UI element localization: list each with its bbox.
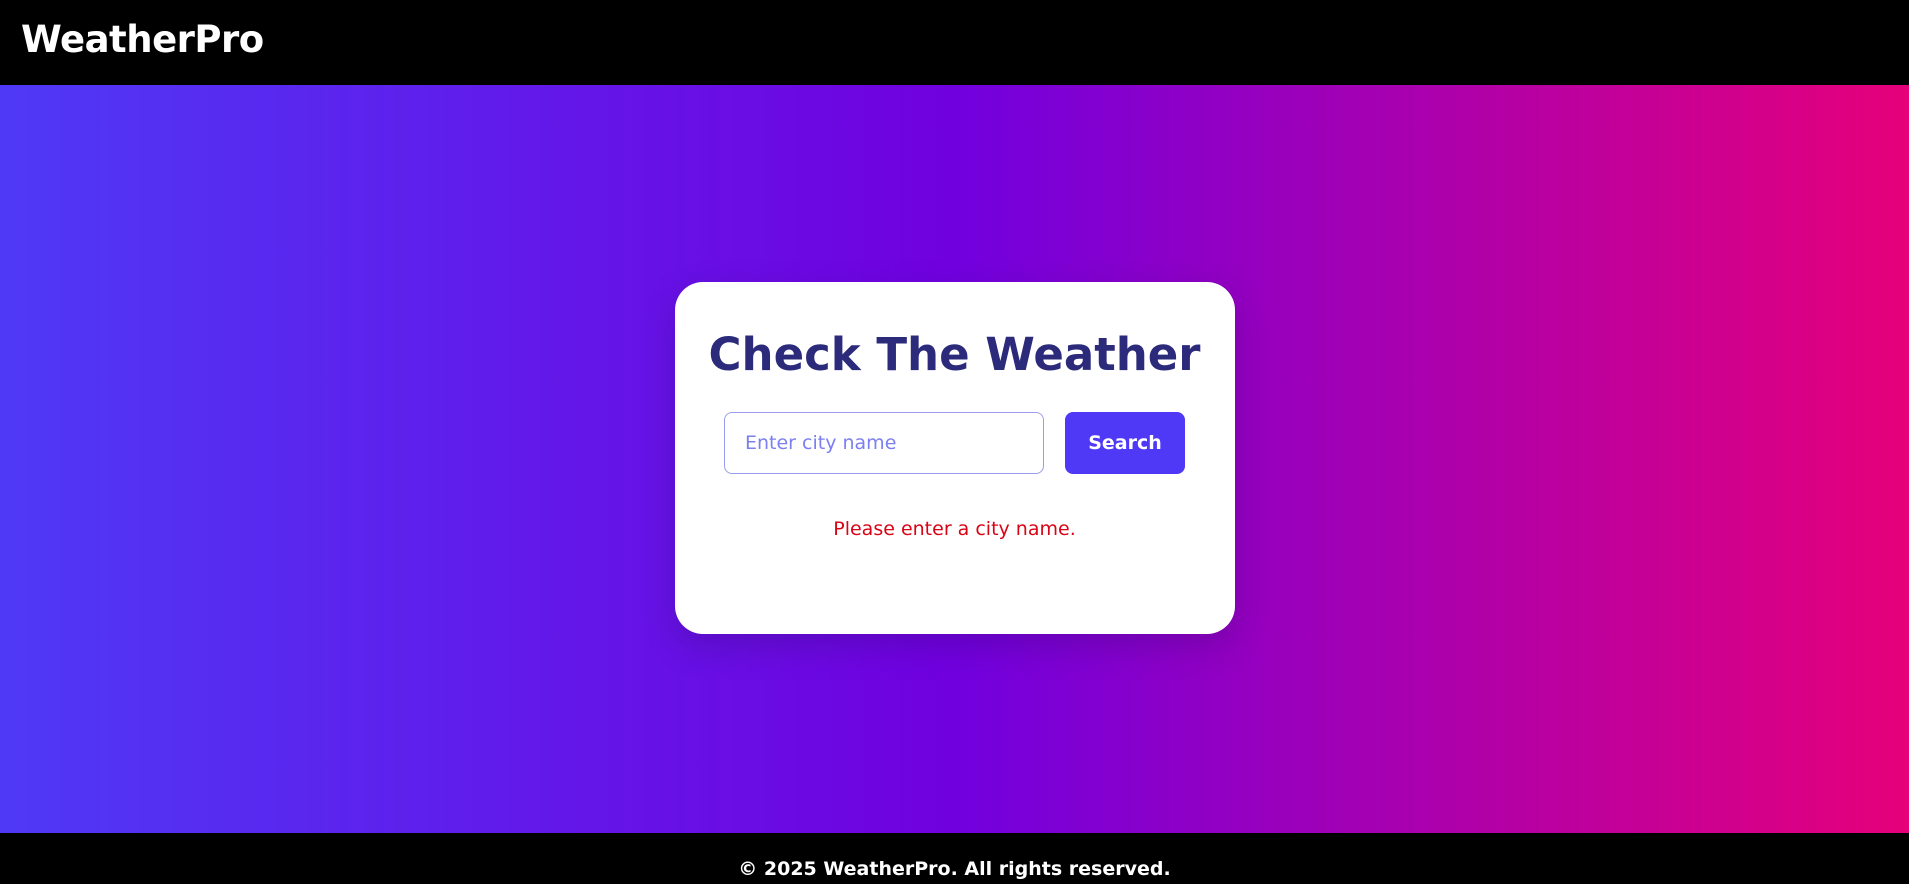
hero-background: Check The Weather Search Please enter a … <box>0 85 1909 833</box>
error-message: Please enter a city name. <box>833 518 1076 540</box>
weather-search-card: Check The Weather Search Please enter a … <box>674 282 1235 634</box>
top-navbar: WeatherPro <box>0 0 1909 85</box>
copyright-text: © 2025 WeatherPro. All rights reserved. <box>738 858 1171 880</box>
search-button[interactable]: Search <box>1065 412 1185 474</box>
card-title: Check The Weather <box>708 328 1201 381</box>
footer: © 2025 WeatherPro. All rights reserved. <box>0 833 1909 884</box>
brand-logo[interactable]: WeatherPro <box>21 18 264 61</box>
page: WeatherPro Check The Weather Search Plea… <box>0 0 1909 884</box>
search-row: Search <box>724 412 1185 474</box>
city-search-input[interactable] <box>724 412 1044 474</box>
